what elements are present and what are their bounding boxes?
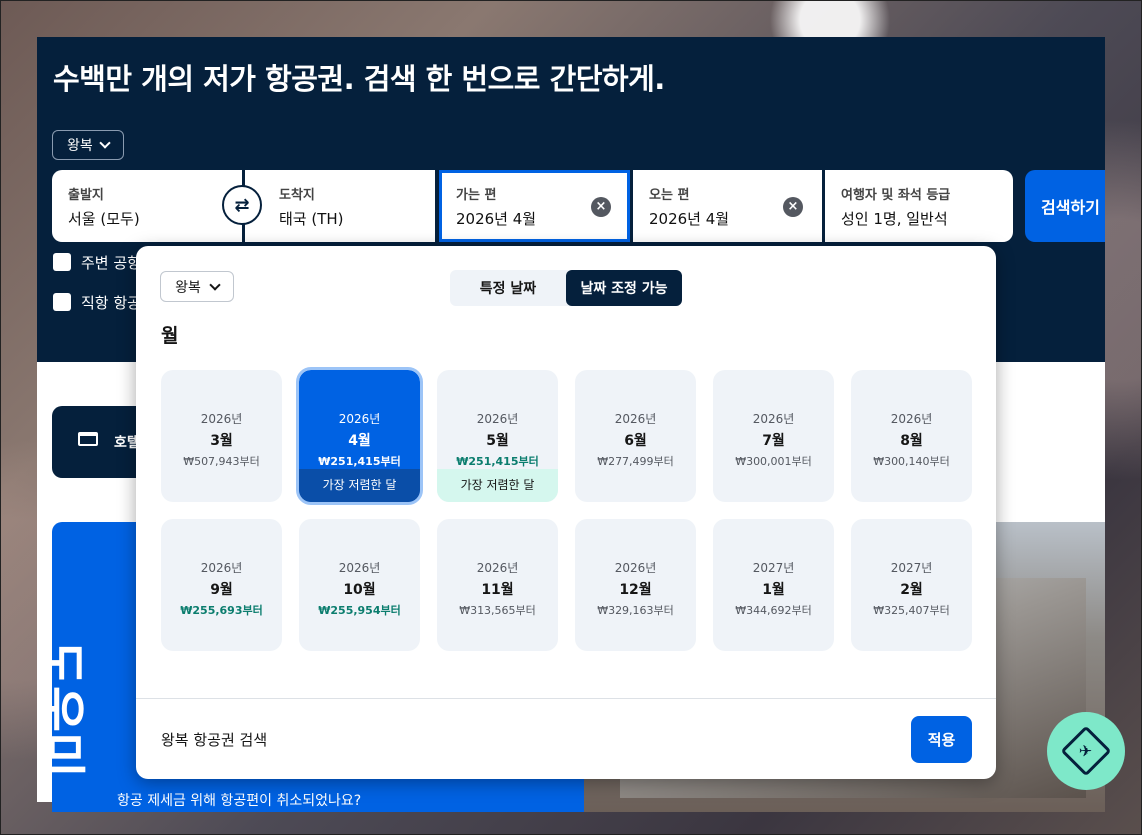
month-card-month: 11월 — [481, 582, 514, 598]
month-card-year: 2026년 — [476, 412, 519, 426]
depart-label: 가는 편 — [456, 188, 497, 203]
month-card[interactable]: 2026년 6월 ₩277,499부터 — [575, 370, 696, 502]
direct-flights-label: 직항 항공 — [81, 294, 141, 312]
depart-value: 2026년 4월 — [456, 210, 537, 228]
return-label: 오는 편 — [649, 188, 690, 203]
swap-icon[interactable]: ⇄ — [222, 185, 262, 225]
month-card[interactable]: 2026년 3월 ₩507,943부터 — [161, 370, 282, 502]
month-card-year: 2027년 — [752, 561, 795, 575]
picker-trip-type-label: 왕복 — [175, 279, 201, 296]
month-card[interactable]: 2026년 12월 ₩329,163부터 — [575, 519, 696, 651]
month-card-month: 7월 — [762, 433, 785, 449]
divider — [136, 698, 996, 699]
date-picker-panel: 왕복 특정 날짜 날짜 조정 가능 월 2026년 3월 ₩507,943부터 202… — [136, 246, 996, 779]
month-card[interactable]: 2026년 5월 ₩251,415부터 가장 저렴한 달 — [437, 370, 558, 502]
month-card-year: 2026년 — [614, 412, 657, 426]
month-card-month: 8월 — [900, 433, 923, 449]
month-card-month: 5월 — [486, 433, 509, 449]
month-card-month: 4월 — [348, 433, 371, 449]
clear-return-icon[interactable]: × — [783, 197, 803, 217]
month-card-month: 10월 — [343, 582, 376, 598]
travellers-value: 성인 1명, 일반석 — [841, 210, 948, 228]
month-card[interactable]: 2026년 11월 ₩313,565부터 — [437, 519, 558, 651]
month-card-price: ₩255,693부터 — [180, 604, 263, 617]
month-card-price: ₩251,415부터 — [456, 455, 539, 468]
return-value: 2026년 4월 — [649, 210, 730, 228]
month-card-year: 2026년 — [890, 412, 933, 426]
promo-title: 도우미 — [31, 640, 89, 778]
month-card-price: ₩325,407부터 — [873, 604, 950, 617]
destination-label: 도착지 — [279, 188, 315, 203]
month-card-year: 2026년 — [200, 561, 243, 575]
month-card-year: 2026년 — [614, 561, 657, 575]
cheapest-month-tag: 가장 저렴한 달 — [299, 469, 420, 502]
month-card[interactable]: 2026년 7월 ₩300,001부터 — [713, 370, 834, 502]
month-card[interactable]: 2026년 9월 ₩255,693부터 — [161, 519, 282, 651]
trip-type-label: 왕복 — [67, 138, 93, 154]
month-card-price: ₩300,140부터 — [873, 455, 950, 468]
picker-footer-text: 왕복 항공권 검색 — [161, 731, 268, 749]
month-card-month: 3월 — [210, 433, 233, 449]
nearby-airports-checkbox[interactable] — [53, 253, 71, 271]
month-card[interactable]: 2027년 1월 ₩344,692부터 — [713, 519, 834, 651]
picker-trip-type-dropdown[interactable]: 왕복 — [160, 271, 234, 302]
travellers-field[interactable]: 여행자 및 좌석 등급 성인 1명, 일반석 — [825, 170, 1013, 242]
month-card-year: 2026년 — [338, 561, 381, 575]
month-card-price: ₩251,415부터 — [318, 455, 401, 468]
cheapest-month-tag: 가장 저렴한 달 — [437, 469, 558, 502]
month-card-year: 2027년 — [890, 561, 933, 575]
travellers-label: 여행자 및 좌석 등급 — [841, 188, 951, 203]
month-heading: 월 — [161, 325, 179, 347]
month-card-month: 6월 — [624, 433, 647, 449]
month-card-month: 9월 — [210, 582, 233, 598]
origin-field[interactable]: 출발지 서울 (모두) — [52, 170, 242, 242]
month-card-price: ₩300,001부터 — [735, 455, 812, 468]
nearby-airports-label: 주변 공항 — [81, 254, 141, 272]
chevron-down-icon — [99, 137, 111, 149]
month-card-price: ₩329,163부터 — [597, 604, 674, 617]
destination-field[interactable]: 도착지 태국 (TH) — [245, 170, 435, 242]
origin-value: 서울 (모두) — [68, 210, 140, 228]
month-card-month: 12월 — [619, 582, 652, 598]
flight-assistant-button[interactable]: ✈ — [1047, 712, 1125, 790]
trip-type-dropdown[interactable]: 왕복 — [52, 130, 124, 160]
month-card-price: ₩277,499부터 — [597, 455, 674, 468]
month-card-month: 2월 — [900, 582, 923, 598]
month-card-price: ₩313,565부터 — [459, 604, 536, 617]
month-card-year: 2026년 — [752, 412, 795, 426]
month-card[interactable]: 2026년 10월 ₩255,954부터 — [299, 519, 420, 651]
bed-icon — [78, 432, 98, 446]
page-title: 수백만 개의 저가 항공권. 검색 한 번으로 간단하게. — [53, 62, 665, 96]
month-card-year: 2026년 — [200, 412, 243, 426]
promo-subtext: 항공 제세금 위해 항공편이 취소되었나요? — [117, 793, 362, 809]
chevron-down-icon — [209, 278, 221, 291]
month-card-price: ₩507,943부터 — [183, 455, 260, 468]
clear-depart-icon[interactable]: × — [591, 197, 611, 217]
month-card-year: 2026년 — [338, 412, 381, 426]
plane-icon: ✈ — [1060, 725, 1112, 777]
month-card-year: 2026년 — [476, 561, 519, 575]
date-mode-toggle: 특정 날짜 날짜 조정 가능 — [450, 270, 682, 306]
month-card[interactable]: 2026년 4월 ₩251,415부터 가장 저렴한 달 — [296, 367, 423, 505]
search-button[interactable]: 검색하기 — [1025, 170, 1105, 242]
apply-button[interactable]: 적용 — [911, 716, 972, 763]
month-card[interactable]: 2027년 2월 ₩325,407부터 — [851, 519, 972, 651]
tab-flexible-dates[interactable]: 날짜 조정 가능 — [566, 270, 682, 306]
month-card-month: 1월 — [762, 582, 785, 598]
tab-specific-dates[interactable]: 특정 날짜 — [450, 270, 566, 306]
month-card[interactable]: 2026년 8월 ₩300,140부터 — [851, 370, 972, 502]
destination-value: 태국 (TH) — [279, 210, 344, 228]
origin-label: 출발지 — [68, 188, 104, 203]
month-card-price: ₩255,954부터 — [318, 604, 401, 617]
month-card-price: ₩344,692부터 — [735, 604, 812, 617]
direct-flights-checkbox[interactable] — [53, 293, 71, 311]
